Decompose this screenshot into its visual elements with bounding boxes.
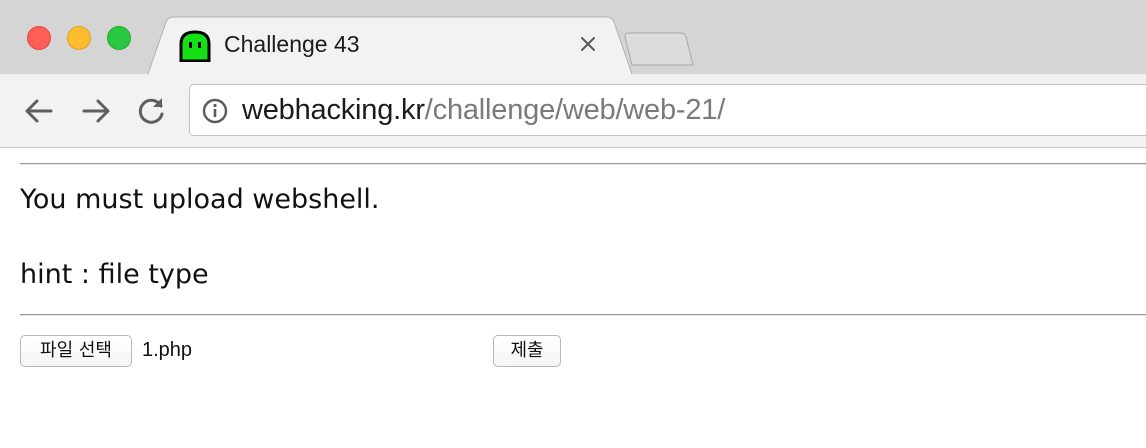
info-icon[interactable] [202,98,228,124]
back-arrow-icon[interactable] [22,94,56,128]
tab-title: Challenge 43 [224,31,360,57]
close-window-button[interactable] [27,26,51,50]
tab-challenge-43[interactable]: Challenge 43 [148,16,632,74]
hint-text: hint : file type [20,259,209,290]
bottom-divider [20,314,1146,316]
url-host: webhacking.kr [242,94,425,126]
maximize-window-button[interactable] [107,26,131,50]
minimize-window-button[interactable] [67,26,91,50]
browser-toolbar: webhacking.kr/challenge/web/web-21/ [0,74,1146,148]
selected-file-name: 1.php [142,339,193,361]
tab-strip: Challenge 43 [0,0,1146,74]
address-bar[interactable]: webhacking.kr/challenge/web/web-21/ [189,84,1146,136]
forward-arrow-icon[interactable] [79,94,113,128]
tab-shape [148,16,632,74]
page-content: You must upload webshell. hint : file ty… [0,148,1146,448]
upload-message: You must upload webshell. [20,184,380,215]
green-ghost-icon [179,30,211,62]
new-tab-button[interactable] [624,32,694,66]
reload-icon[interactable] [134,94,168,128]
choose-file-button[interactable]: 파일 선택 [20,335,132,367]
top-divider [20,163,1146,165]
url-text: webhacking.kr/challenge/web/web-21/ [242,94,725,127]
browser-window: Challenge 43 webhacking.kr/challenge/web… [0,0,1146,448]
url-path: /challenge/web/web-21/ [424,94,726,126]
close-tab-icon[interactable] [578,34,598,54]
submit-button[interactable]: 제출 [493,335,561,367]
